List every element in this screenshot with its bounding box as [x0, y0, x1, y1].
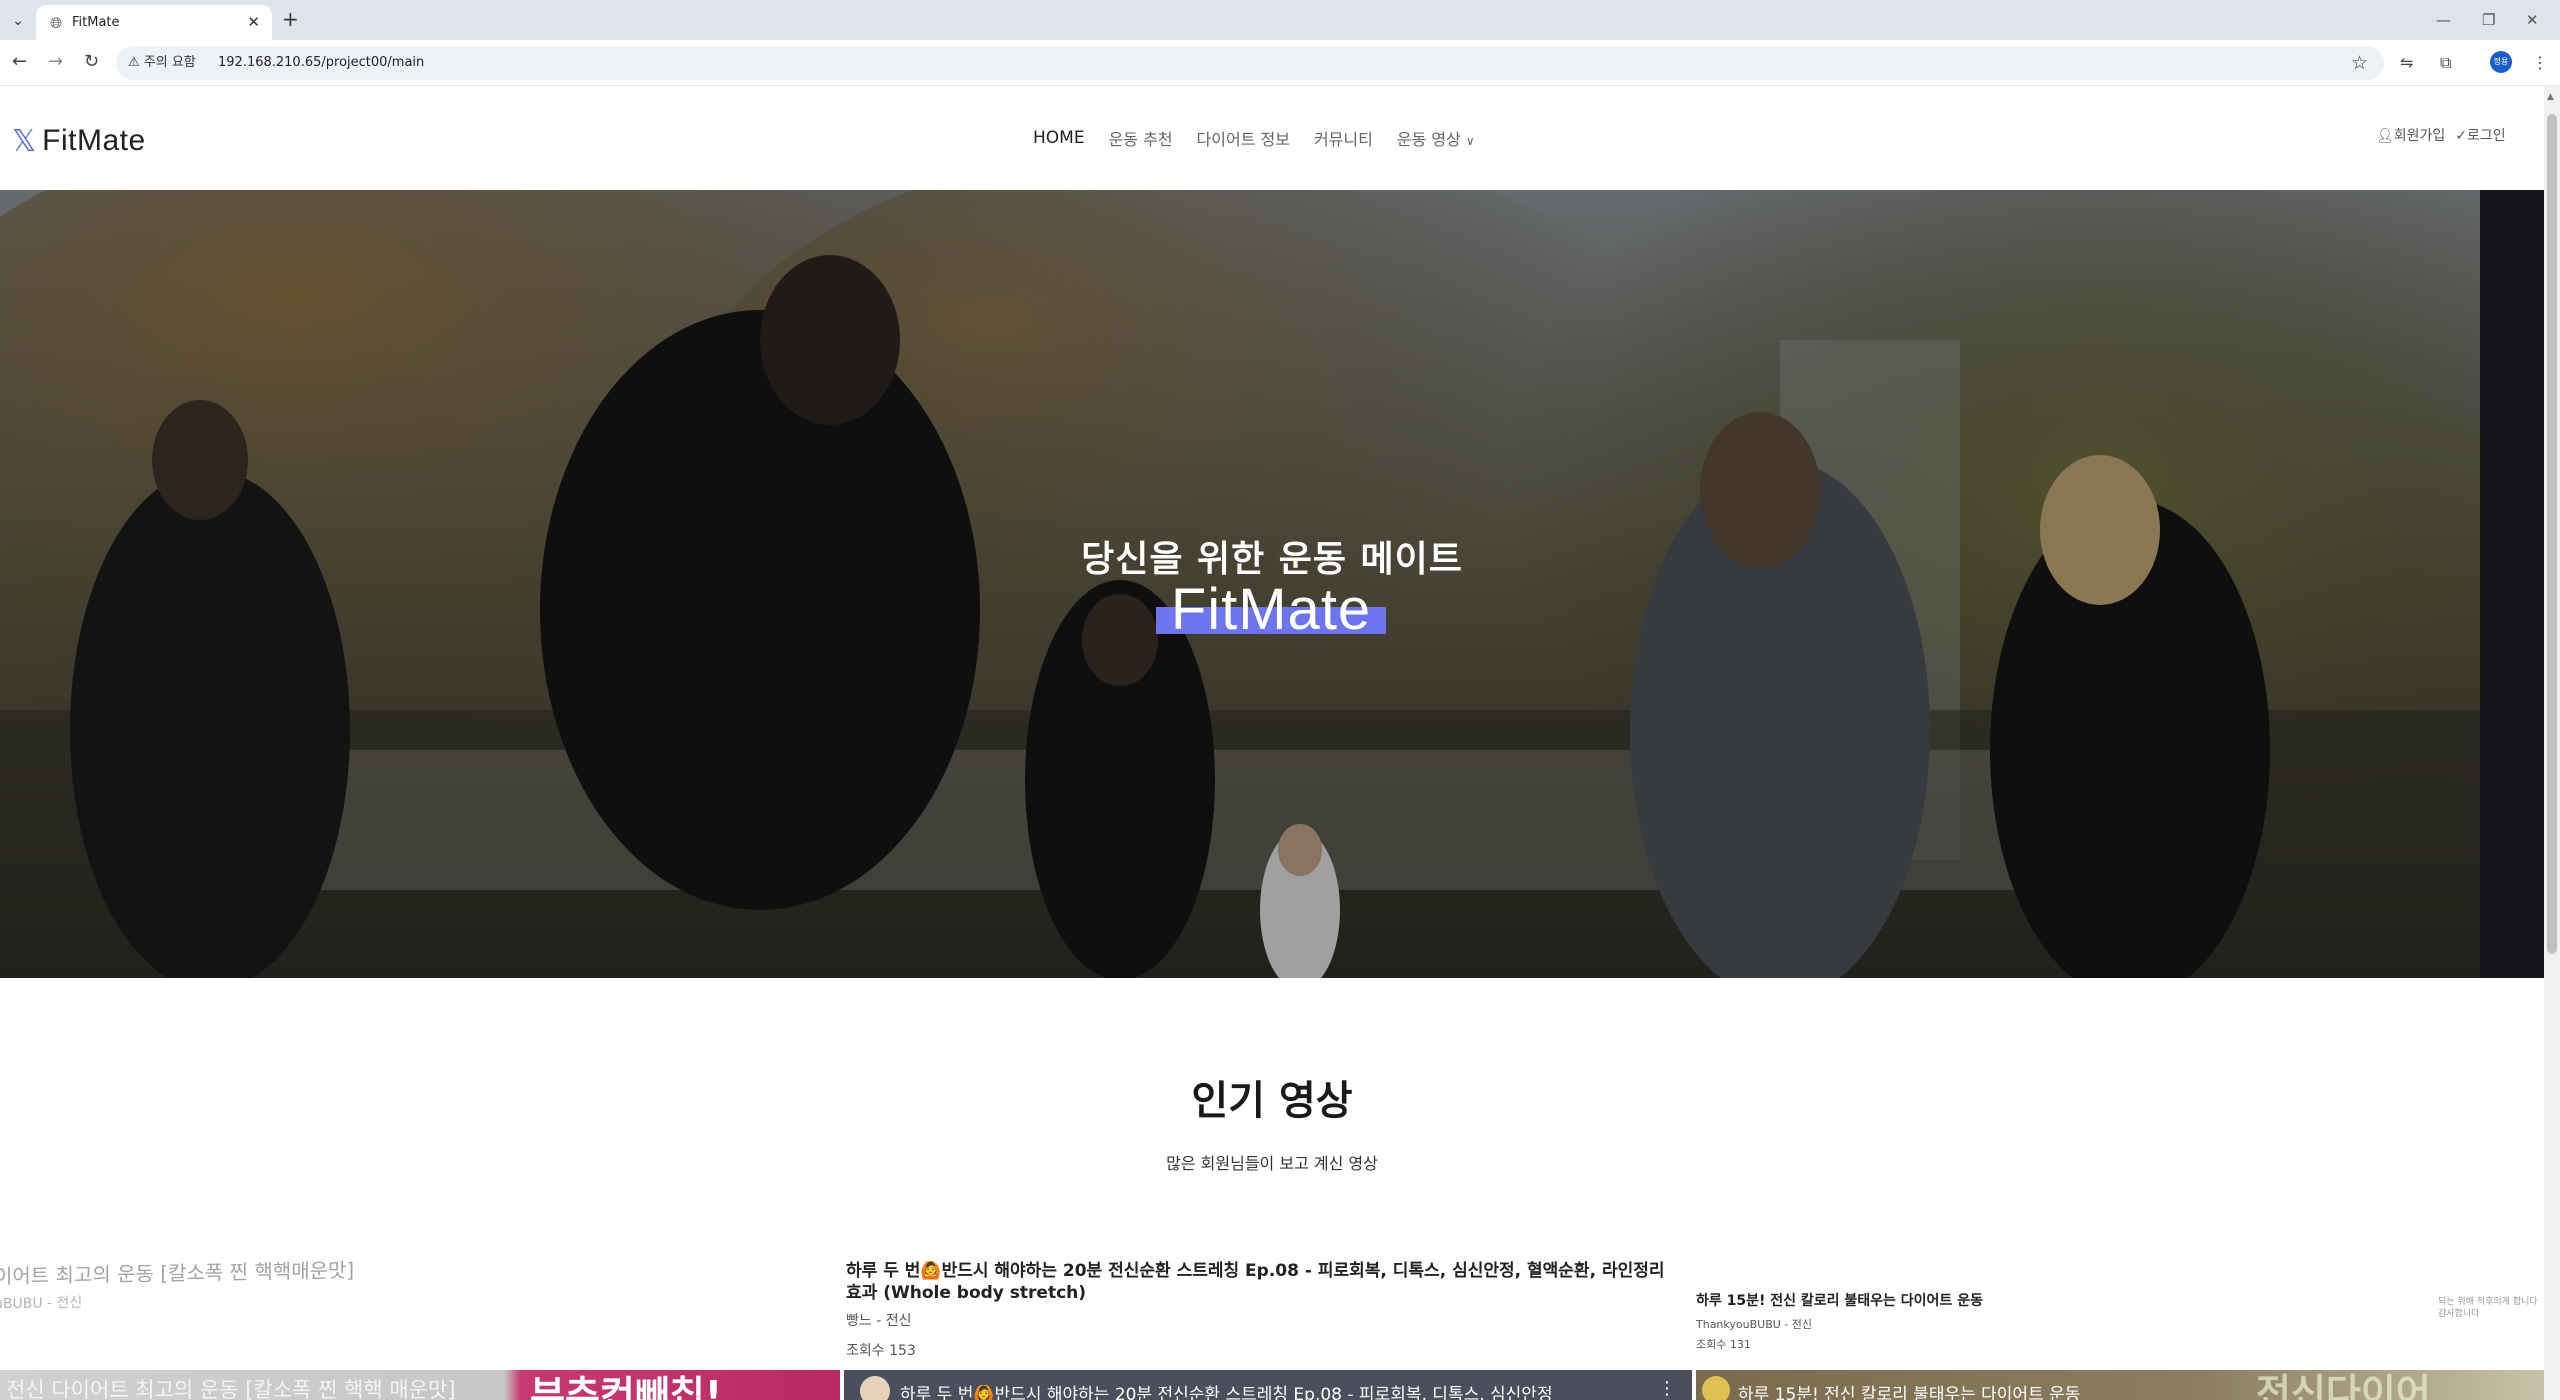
window-close-icon[interactable]: ✕ — [2526, 8, 2539, 32]
menu-dots-icon[interactable]: ⋮ — [2532, 52, 2548, 74]
video-title: 하루 두 번🙆반드시 해야하는 20분 전신순환 스트레칭 Ep.08 - 피로… — [846, 1261, 1665, 1303]
nav-workout-videos[interactable]: 운동 영상 ∨ — [1397, 126, 1475, 150]
channel-avatar — [860, 1376, 890, 1400]
video-views: 조회수 153 — [846, 1343, 916, 1359]
nav-workout-recommend[interactable]: 운동 추천 — [1109, 126, 1173, 150]
thumbnail-overlay-text: 부추컨빼칩! — [530, 1373, 723, 1400]
video-title: 하루 15분! 전신 칼로리 불태우는 다이어트 운동 — [1696, 1293, 1983, 1309]
security-label: 주의 요함 — [143, 55, 196, 70]
address-bar[interactable]: ⚠ 주의 요함 192.168.210.65/project00/main ☆ — [116, 46, 2384, 80]
security-warning[interactable]: ⚠ 주의 요함 — [128, 54, 196, 72]
hero-title: FitMate — [1170, 577, 1372, 642]
more-options-icon[interactable]: ⋮ — [1658, 1378, 1676, 1399]
chevron-down-icon: ∨ — [1465, 134, 1475, 148]
corner-note: 되는 위해 적후의게 합니다 감사합니다 — [2438, 1297, 2538, 1319]
video-card-prev[interactable]: 이어트 최고의 운동 [칼소폭 찐 핵핵매운맛] uBUBU - 전신 — [0, 1251, 834, 1314]
login-link[interactable]: ✓로그인 — [2455, 125, 2505, 145]
logo-x-icon: 𝕏 — [12, 123, 37, 159]
thumbnail-overlay-text: 전신다이어 — [2256, 1371, 2431, 1400]
signup-label: 회원가입 — [2393, 128, 2446, 144]
video-card-next[interactable]: 하루 15분! 전신 칼로리 불태우는 다이어트 운동 ThankyouBUBU… — [1696, 1290, 2216, 1352]
channel-avatar — [1702, 1376, 1730, 1400]
thumbnail-title: 하루 두 번🙆반드시 해야하는 20분 전신순환 스트레칭 Ep.08 - 피로… — [900, 1385, 1553, 1400]
video-channel: ThankyouBUBU - 전신 — [1696, 1318, 1812, 1331]
login-label: 로그인 — [2467, 128, 2506, 144]
site-header: 𝕏 FitMate HOME 운동 추천 다이어트 정보 커뮤니티 운동 영상 … — [0, 87, 2544, 190]
forward-icon[interactable]: → — [48, 50, 63, 74]
video-views: 조회수 131 — [1696, 1338, 1751, 1351]
hero-title-highlight: FitMate — [1156, 577, 1386, 642]
main-nav: HOME 운동 추천 다이어트 정보 커뮤니티 운동 영상 ∨ — [1033, 123, 1475, 153]
video-channel: 빵느 - 전신 — [846, 1313, 912, 1329]
translate-icon[interactable]: ⇋ — [2400, 52, 2413, 74]
nav-home[interactable]: HOME — [1033, 128, 1085, 148]
nav-diet-info[interactable]: 다이어트 정보 — [1197, 126, 1290, 150]
back-icon[interactable]: ← — [12, 50, 27, 74]
video-thumbnail-active[interactable]: 하루 두 번🙆반드시 해야하는 20분 전신순환 스트레칭 Ep.08 - 피로… — [844, 1370, 1692, 1400]
video-thumbnail-prev[interactable]: 전신 다이어트 최고의 운동 [칼소폭 찐 핵핵 매운맛] 부추컨빼칩! — [0, 1370, 840, 1400]
thumbnail-title: 전신 다이어트 최고의 운동 [칼소폭 찐 핵핵 매운맛] — [6, 1378, 456, 1400]
user-nav: 👤︎회원가입 ✓로그인 — [2376, 125, 2506, 145]
video-thumbnail-next[interactable]: 하루 15분! 전신 칼로리 불태우는 다이어트 운동 전신다이어 — [1696, 1370, 2544, 1400]
hero-banner: 당신을 위한 운동 메이트 FitMate — [0, 190, 2544, 978]
check-icon: ✓ — [2455, 128, 2468, 144]
signup-link[interactable]: 👤︎회원가입 — [2376, 125, 2445, 145]
thumbnail-title: 하루 15분! 전신 칼로리 불태우는 다이어트 운동 — [1738, 1385, 2081, 1400]
browser-tab[interactable]: 🌐︎ FitMate ✕ — [36, 5, 272, 40]
tab-search-dropdown-icon[interactable]: ⌄ — [6, 9, 30, 33]
nav-community[interactable]: 커뮤니티 — [1314, 126, 1373, 150]
globe-icon: 🌐︎ — [50, 14, 63, 32]
reload-icon[interactable]: ↻ — [84, 50, 99, 74]
site-logo[interactable]: 𝕏 FitMate — [12, 121, 146, 161]
profile-avatar[interactable]: 정용 — [2490, 51, 2512, 73]
new-tab-icon[interactable]: + — [282, 7, 299, 31]
url-text[interactable]: 192.168.210.65/project00/main — [218, 54, 424, 72]
tab-close-icon[interactable]: ✕ — [247, 12, 260, 32]
browser-toolbar: ← → ↻ ⚠ 주의 요함 192.168.210.65/project00/m… — [0, 40, 2560, 86]
hero-subtitle: 당신을 위한 운동 메이트 — [1081, 539, 1463, 580]
tab-title: FitMate — [72, 15, 120, 30]
restore-icon[interactable]: ❐ — [2482, 8, 2495, 32]
warning-icon: ⚠ — [128, 55, 140, 70]
section-heading: 인기 영상 — [1191, 1078, 1353, 1124]
video-card-active[interactable]: 하루 두 번🙆반드시 해야하는 20분 전신순환 스트레칭 Ep.08 - 피로… — [846, 1260, 1686, 1360]
page-scrollbar[interactable]: ▲ — [2544, 86, 2560, 1400]
extensions-icon[interactable]: ⧉ — [2440, 52, 2451, 74]
scrollbar-thumb[interactable] — [2547, 114, 2557, 954]
nav-workout-videos-label: 운동 영상 — [1396, 130, 1461, 149]
browser-tab-bar: ⌄ 🌐︎ FitMate ✕ + — ❐ ✕ — [0, 0, 2560, 40]
logo-text: FitMate — [42, 124, 146, 157]
scroll-up-icon[interactable]: ▲ — [2547, 92, 2554, 102]
bookmark-star-icon[interactable]: ☆ — [2351, 52, 2368, 74]
minimize-icon[interactable]: — — [2436, 8, 2451, 32]
popular-videos-section: 인기 영상 많은 회원님들이 보고 계신 영상 이어트 최고의 운동 [칼소폭 … — [0, 978, 2544, 1400]
section-description: 많은 회원님들이 보고 계신 영상 — [1166, 1154, 1378, 1173]
user-icon: 👤︎ — [2376, 128, 2394, 144]
